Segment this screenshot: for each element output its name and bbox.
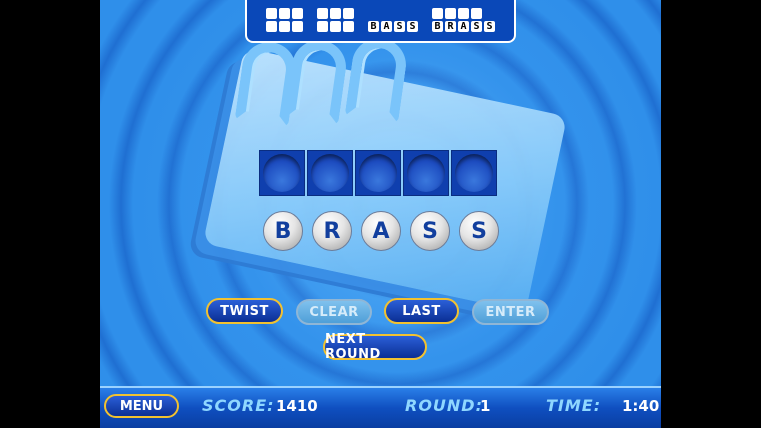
answer-slot[interactable] xyxy=(403,150,449,196)
score-value: 1410 xyxy=(276,397,318,415)
answer-slot[interactable] xyxy=(307,150,353,196)
tracker-cell xyxy=(292,21,303,32)
tracker-cell xyxy=(279,21,290,32)
tracker-cell xyxy=(458,8,469,19)
tracker-letter: A xyxy=(458,21,469,32)
next-round-button[interactable]: NEXT ROUND xyxy=(323,332,427,362)
tracker-cell xyxy=(445,8,456,19)
tracker-cell xyxy=(330,21,341,32)
tracker-cell xyxy=(343,8,354,19)
time-label: TIME: xyxy=(546,396,602,415)
letter-ball[interactable]: S xyxy=(410,211,450,251)
letter-ball[interactable]: B xyxy=(263,211,303,251)
last-button[interactable]: LAST xyxy=(384,298,459,324)
tracker-cell xyxy=(266,21,277,32)
tracker-letter: B xyxy=(432,21,443,32)
time-value: 1:40 xyxy=(622,397,660,415)
letter-tray: B R A S S xyxy=(263,211,499,251)
game-board: B A S S B R A S S B R A S S TWIST CLEAR … xyxy=(100,0,661,428)
tracker-cell xyxy=(432,8,443,19)
status-bar: MENU SCORE: 1410 ROUND: 1 TIME: 1:40 xyxy=(100,386,661,428)
answer-slot[interactable] xyxy=(259,150,305,196)
answer-slots xyxy=(259,150,497,196)
answer-slot[interactable] xyxy=(355,150,401,196)
tracker-letter: B xyxy=(368,21,379,32)
round-value: 1 xyxy=(480,397,491,415)
tracker-cell xyxy=(279,8,290,19)
notepad-ring xyxy=(344,34,410,124)
tracker-cell xyxy=(330,8,341,19)
tracker-cell xyxy=(471,8,482,19)
tracker-cell xyxy=(343,21,354,32)
tracker-letter: R xyxy=(445,21,456,32)
tracker-letter: S xyxy=(407,21,418,32)
tracker-word-2 xyxy=(317,8,354,41)
enter-button[interactable]: ENTER xyxy=(472,299,549,325)
tracker-letter: S xyxy=(484,21,495,32)
clear-button[interactable]: CLEAR xyxy=(296,299,372,325)
tracker-cell xyxy=(317,21,328,32)
twist-button[interactable]: TWIST xyxy=(206,298,283,324)
letter-ball[interactable]: S xyxy=(459,211,499,251)
tracker-word-3: B A S S xyxy=(368,8,418,41)
answer-slot[interactable] xyxy=(451,150,497,196)
word-tracker: B A S S B R A S S xyxy=(245,0,516,43)
letter-ball[interactable]: R xyxy=(312,211,352,251)
tracker-letter: S xyxy=(394,21,405,32)
notepad-ring xyxy=(284,36,350,126)
tracker-letter: A xyxy=(381,21,392,32)
tracker-word-4: B R A S S xyxy=(432,8,495,41)
score-label: SCORE: xyxy=(202,396,275,415)
menu-button[interactable]: MENU xyxy=(104,394,179,418)
tracker-cell xyxy=(317,8,328,19)
letter-ball[interactable]: A xyxy=(361,211,401,251)
round-label: ROUND: xyxy=(405,396,483,415)
tracker-cell xyxy=(292,8,303,19)
tracker-cell xyxy=(266,8,277,19)
tracker-letter: S xyxy=(471,21,482,32)
tracker-word-1 xyxy=(266,8,303,41)
